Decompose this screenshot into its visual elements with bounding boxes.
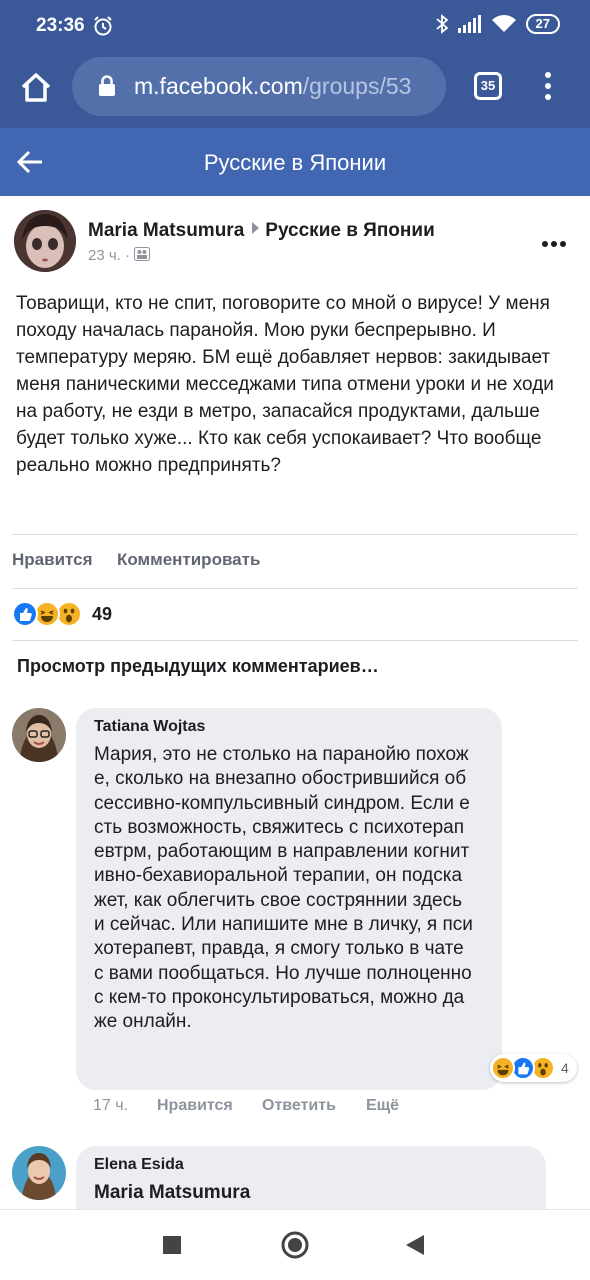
like-reaction-icon xyxy=(12,601,38,627)
back-triangle-icon[interactable] xyxy=(404,1233,426,1257)
comment-reactions[interactable]: 4 xyxy=(490,1054,577,1082)
comment-text: Мария, это не столько на паранойю похоже… xyxy=(94,744,473,1033)
divider xyxy=(12,588,578,589)
post-meta: 23 ч. · xyxy=(88,247,151,264)
status-bar: 23:36 27 xyxy=(0,0,590,55)
url-field[interactable]: m.facebook.com/groups/53 xyxy=(72,57,446,116)
group-privacy-icon xyxy=(134,247,151,261)
doll-avatar-image xyxy=(14,210,76,272)
header-title: Русские в Японии xyxy=(203,150,387,175)
home-icon[interactable] xyxy=(18,70,54,106)
comment-reaction-count: 4 xyxy=(561,1060,569,1076)
reaction-count: 49 xyxy=(92,603,113,624)
commenter-photo xyxy=(12,708,66,762)
browser-menu-icon[interactable] xyxy=(536,69,560,103)
comment-time[interactable]: 17 ч. xyxy=(93,1097,128,1115)
comment-like-button[interactable]: Нравится xyxy=(157,1097,233,1115)
comment-button[interactable]: Комментировать xyxy=(117,550,260,570)
commenter-avatar[interactable] xyxy=(12,1146,66,1200)
post-group-name[interactable]: Русские в Японии xyxy=(265,220,434,241)
post-author-avatar[interactable] xyxy=(14,210,76,272)
tabs-button[interactable]: 35 xyxy=(474,72,502,100)
view-previous-comments-link[interactable]: Просмотр предыдущих комментариев… xyxy=(17,656,379,677)
browser-toolbar: m.facebook.com/groups/53 35 xyxy=(0,55,590,128)
url-path: /groups/53 xyxy=(302,73,412,99)
like-button[interactable]: Нравится xyxy=(12,550,93,570)
divider xyxy=(12,640,578,641)
recent-apps-icon[interactable] xyxy=(162,1235,182,1255)
post-author-name[interactable]: Maria Matsumura xyxy=(88,220,244,241)
comment-author[interactable]: Elena Esida xyxy=(94,1156,184,1174)
arrow-right-icon xyxy=(252,222,260,234)
url-text: m.facebook.com/groups/53 xyxy=(134,73,411,100)
home-circle-icon[interactable] xyxy=(280,1230,310,1260)
commenter-photo xyxy=(12,1146,66,1200)
signal-icon xyxy=(457,15,481,33)
battery-indicator: 27 xyxy=(525,14,560,34)
post-options-icon[interactable] xyxy=(542,234,570,247)
comment-bubble[interactable]: Tatiana Wojtas Мария, это не столько на … xyxy=(76,708,502,1090)
post-text: Товарищи, кто не спит, поговорите со мно… xyxy=(16,293,554,476)
post-author-line: Maria Matsumura Русские в Японии xyxy=(88,220,435,242)
group-header: Русские в Японии xyxy=(0,128,590,196)
wifi-icon xyxy=(491,15,516,32)
system-nav-bar xyxy=(0,1209,590,1280)
comment-more-button[interactable]: Ещё xyxy=(366,1097,399,1115)
comment-author[interactable]: Tatiana Wojtas xyxy=(94,718,205,736)
status-time: 23:36 xyxy=(36,15,85,36)
divider xyxy=(12,534,578,535)
comment-reply-button[interactable]: Ответить xyxy=(262,1097,336,1115)
lock-icon xyxy=(99,75,115,96)
alarm-icon xyxy=(94,16,112,36)
comment-mention[interactable]: Maria Matsumura xyxy=(94,1181,474,1205)
post-time[interactable]: 23 ч. · xyxy=(88,247,130,264)
bluetooth-icon xyxy=(435,14,448,34)
url-host: m.facebook.com xyxy=(134,73,303,99)
haha-reaction-icon xyxy=(491,1056,515,1080)
post-reactions[interactable]: 49 xyxy=(12,599,112,629)
commenter-avatar[interactable] xyxy=(12,708,66,762)
